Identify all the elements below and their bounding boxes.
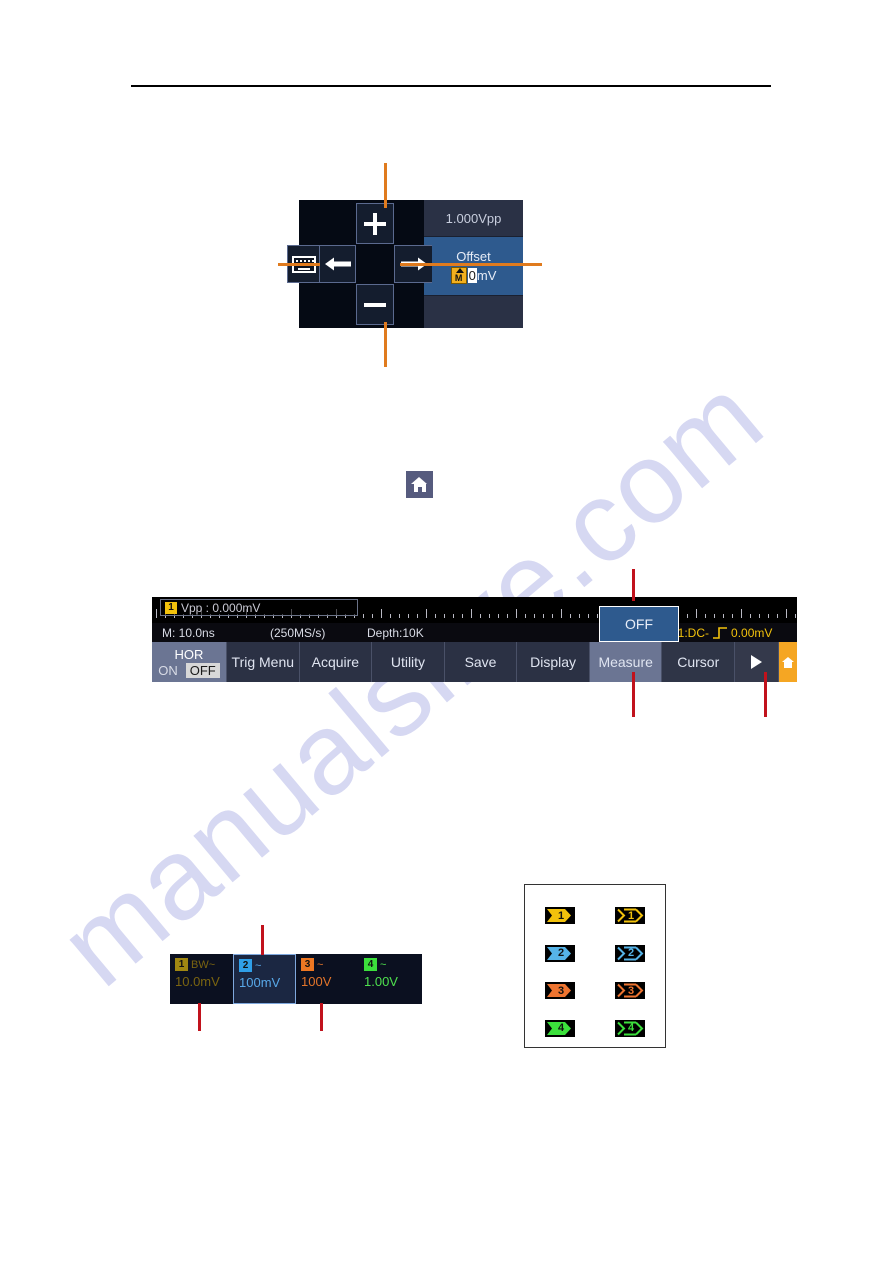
menu-item-save[interactable]: Save	[444, 642, 518, 682]
callout-line-channel1	[198, 1003, 201, 1031]
channel-chip-1: 1	[165, 601, 177, 614]
channel-coupling-label-3: ~	[317, 958, 324, 971]
marker-number: 1	[627, 909, 635, 922]
hor-on-option[interactable]: ON	[158, 663, 178, 678]
marker-icon-ch2-filled: 2	[545, 944, 575, 962]
callout-line-bottom	[384, 322, 387, 367]
menu-item-trig-menu[interactable]: Trig Menu	[227, 642, 300, 682]
next-page-arrow-icon	[751, 655, 763, 669]
channel-cell-3[interactable]: 3 ~100V	[296, 954, 359, 1004]
decrease-button[interactable]	[356, 284, 394, 325]
trigger-readout: H1:DC- 0.00mV	[669, 626, 772, 640]
channel-coupling-label-4: ~	[380, 958, 387, 971]
channel-number-badge-4: 4	[364, 958, 377, 971]
measure-off-popup[interactable]: OFF	[599, 606, 679, 642]
timebase-readout: M: 10.0ns	[162, 625, 215, 640]
channel-coupling-label-2: ~	[255, 959, 262, 972]
left-button[interactable]	[319, 245, 356, 283]
menu-item-utility[interactable]: Utility	[372, 642, 445, 682]
channel-cell-4[interactable]: 4 ~1.00V	[359, 954, 422, 1004]
waveform-area: 1 Vpp : 0.000mV	[152, 597, 797, 623]
marker-number: 3	[557, 984, 565, 997]
marker-icon-ch1-outline: 1	[615, 907, 645, 925]
channel-number-badge-2: 2	[239, 959, 252, 972]
callout-line-top	[384, 163, 387, 208]
callout-line-next-page	[764, 672, 767, 717]
channel-header-3: 3 ~	[301, 958, 354, 971]
channel-cell-2[interactable]: 2 ~100mV	[233, 954, 296, 1004]
marker-number: 4	[627, 1022, 635, 1035]
home-icon	[411, 477, 428, 492]
channel-header-2: 2 ~	[239, 959, 290, 972]
menu-item-display[interactable]: Display	[517, 642, 590, 682]
increase-button[interactable]	[356, 203, 394, 244]
minus-icon	[364, 294, 386, 316]
channel-number-badge-3: 3	[301, 958, 314, 971]
offset-unit: mV	[476, 267, 497, 283]
marker-number: 3	[627, 984, 635, 997]
channel-header-4: 4 ~	[364, 958, 417, 971]
magnitude-letter: M	[454, 272, 463, 283]
callout-line-measure	[632, 672, 635, 717]
header-rule	[131, 85, 771, 87]
magnitude-badge-icon: M	[450, 266, 467, 284]
offset-value-row[interactable]: M 0 mV	[450, 266, 497, 284]
bottom-menu-bar: HOR ON OFF Trig Menu Acquire Utility Sav…	[152, 642, 798, 682]
marker-icon-ch3-outline: 3	[615, 982, 645, 1000]
home-button[interactable]	[779, 642, 798, 682]
callout-line-off-popup	[632, 569, 635, 601]
callout-line-channel2	[261, 925, 264, 955]
marker-icon-ch2-outline: 2	[615, 944, 645, 962]
marker-number: 4	[557, 1022, 565, 1035]
offset-value[interactable]: 0	[467, 267, 477, 283]
plus-icon	[364, 212, 386, 235]
marker-icon-ch3-filled: 3	[545, 982, 575, 1000]
marker-icon-ch4-outline: 4	[615, 1019, 645, 1037]
menu-item-acquire[interactable]: Acquire	[299, 642, 373, 682]
sample-rate-readout: (250MS/s)	[270, 625, 326, 640]
home-icon	[782, 656, 795, 668]
oscilloscope-screen-figure: 1 Vpp : 0.000mV M: 10.0ns (250MS/s) Dept…	[152, 597, 798, 682]
side-panel-empty-slot	[424, 295, 523, 328]
marker-icon-ch1-filled: 1	[545, 907, 575, 925]
callout-line-right	[400, 263, 542, 266]
menu-item-measure[interactable]: Measure	[589, 642, 663, 682]
hor-toggle-button[interactable]: HOR ON OFF	[152, 642, 227, 682]
channel-scale-value-4: 1.00V	[364, 974, 398, 989]
rising-edge-icon	[713, 626, 728, 639]
arrow-left-icon	[324, 257, 351, 271]
hor-label: HOR	[174, 646, 204, 662]
status-bar: M: 10.0ns (250MS/s) Depth:10K H1:DC- 0.0…	[152, 606, 797, 642]
marker-number: 2	[627, 947, 635, 960]
channel-scale-value-2: 100mV	[239, 975, 281, 990]
channel-marker-legend: 1 1 2 2 3 3 4 4	[524, 884, 666, 1048]
home-icon-sample	[406, 471, 433, 498]
next-page-button[interactable]	[735, 642, 780, 682]
amplitude-readout: 1.000Vpp	[424, 200, 523, 237]
offset-menu-item[interactable]: Offset M 0 mV	[424, 237, 523, 295]
channel-scale-value-3: 100V	[301, 974, 332, 989]
measurement-text: Vpp : 0.000mV	[181, 600, 261, 615]
offset-label: Offset	[456, 248, 491, 264]
depth-readout: Depth:10K	[367, 625, 424, 640]
menu-item-cursor[interactable]: Cursor	[662, 642, 736, 682]
marker-number: 2	[557, 947, 565, 960]
callout-line-channel3	[320, 1003, 323, 1031]
channel-number-badge-1: 1	[175, 958, 188, 971]
trigger-level: 0.00mV	[731, 625, 773, 640]
channel-cell-1[interactable]: 1 BW~ 10.0mV	[170, 954, 233, 1004]
marker-number: 1	[557, 909, 565, 922]
hor-states: ON OFF	[158, 662, 220, 678]
callout-line-left	[278, 263, 320, 266]
channel-header-1: 1 BW~	[175, 958, 228, 971]
channel-scale-value-1: 10.0mV	[175, 974, 220, 989]
measurement-readout-box[interactable]: 1 Vpp : 0.000mV	[160, 599, 358, 616]
channel-strip-figure: 1 BW~ 10.0mV 2 ~100mV 3 ~100V 4 ~1.00V	[170, 954, 422, 1004]
marker-icon-ch4-filled: 4	[545, 1019, 575, 1037]
hor-off-option[interactable]: OFF	[185, 662, 220, 678]
channel-coupling-label-1: BW~	[191, 958, 216, 971]
